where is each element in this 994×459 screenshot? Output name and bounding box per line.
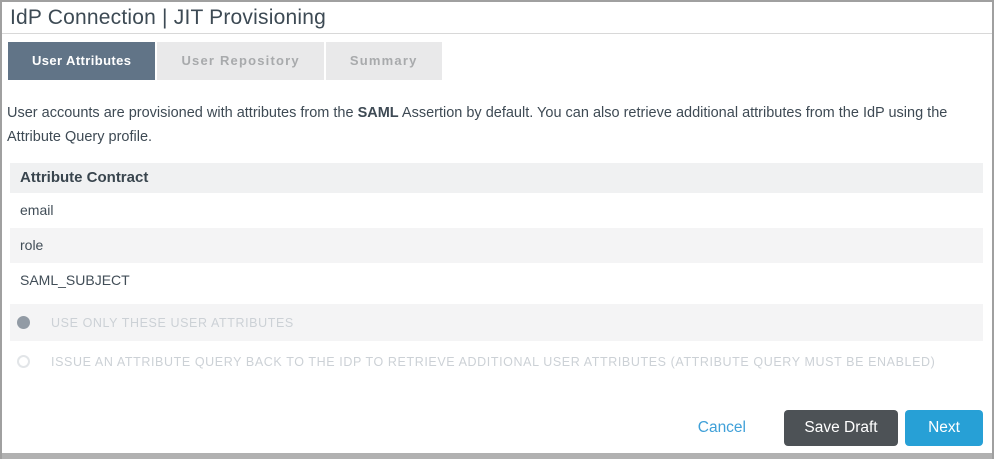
- cancel-link[interactable]: Cancel: [698, 419, 746, 437]
- radio-selected-icon[interactable]: [17, 316, 30, 329]
- next-button[interactable]: Next: [905, 410, 983, 446]
- description-part1: User accounts are provisioned with attri…: [7, 105, 358, 121]
- attribute-row-email: email: [10, 193, 983, 228]
- window-bottom-edge: [0, 453, 994, 459]
- jit-provisioning-page: IdP Connection | JIT Provisioning User A…: [0, 0, 994, 459]
- attribute-contract-table: Attribute Contract email role SAML_SUBJE…: [10, 163, 983, 298]
- save-draft-button[interactable]: Save Draft: [784, 410, 898, 446]
- footer-actions: Cancel Save Draft Next: [698, 410, 983, 446]
- radio-option-use-only-label: USE ONLY THESE USER ATTRIBUTES: [51, 316, 294, 330]
- tab-summary[interactable]: Summary: [326, 42, 442, 80]
- tab-bar: User Attributes User Repository Summary: [2, 42, 992, 80]
- tab-user-repository[interactable]: User Repository: [157, 42, 323, 80]
- radio-unselected-icon[interactable]: [17, 355, 30, 368]
- attribute-contract-header: Attribute Contract: [10, 163, 983, 193]
- radio-option-attribute-query-label: ISSUE AN ATTRIBUTE QUERY BACK TO THE IDP…: [51, 355, 935, 369]
- page-title: IdP Connection | JIT Provisioning: [2, 2, 992, 31]
- tab-user-attributes[interactable]: User Attributes: [8, 42, 155, 80]
- description-text: User accounts are provisioned with attri…: [7, 101, 982, 149]
- attribute-row-saml-subject: SAML_SUBJECT: [10, 263, 983, 298]
- attribute-row-role: role: [10, 228, 983, 263]
- provisioning-options: USE ONLY THESE USER ATTRIBUTES ISSUE AN …: [10, 304, 983, 380]
- description-bold-saml: SAML: [358, 105, 399, 121]
- radio-option-use-only-attributes[interactable]: USE ONLY THESE USER ATTRIBUTES: [10, 304, 983, 341]
- title-divider: [2, 33, 992, 34]
- radio-option-attribute-query[interactable]: ISSUE AN ATTRIBUTE QUERY BACK TO THE IDP…: [10, 343, 983, 380]
